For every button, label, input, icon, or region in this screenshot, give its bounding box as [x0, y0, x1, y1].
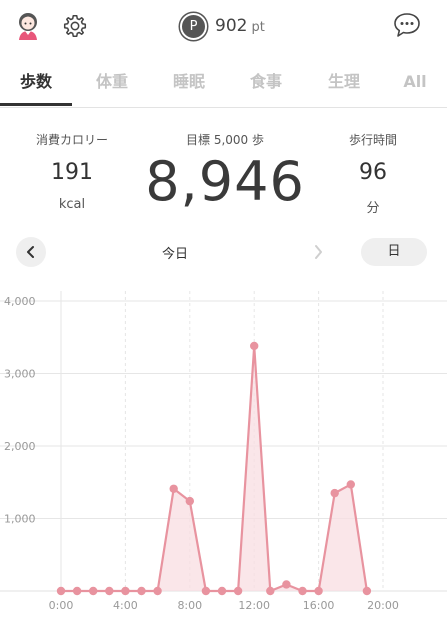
data-point — [185, 496, 194, 506]
calories-unit: kcal — [58, 197, 86, 212]
data-point — [266, 586, 275, 596]
x-tick-label: 4:00 — [113, 599, 138, 612]
tab-sleep[interactable]: 睡眠 — [153, 58, 225, 105]
top-bar: P 902 pt — [0, 0, 447, 52]
points-coin-icon: P — [180, 12, 207, 40]
y-tick-label: 4,000 — [4, 295, 36, 308]
data-point — [314, 586, 323, 596]
hourly-steps-chart: 0:00 4:00 8:00 12:00 16:00 20:00 4,000 3,000 2,… — [0, 291, 447, 612]
data-point — [72, 586, 82, 596]
data-point — [217, 586, 227, 596]
steps-count: 8,946 — [145, 150, 305, 213]
data-point — [56, 586, 66, 596]
data-point — [169, 484, 178, 493]
x-tick-label: 8:00 — [177, 599, 202, 612]
walk-time-label: 歩行時間 — [348, 133, 397, 147]
calories-value: 191 — [51, 160, 93, 185]
data-point — [137, 586, 146, 596]
y-tick-label: 2,000 — [4, 440, 36, 453]
period-select-button[interactable]: 日 — [361, 238, 427, 266]
tab-period[interactable]: 生理 — [308, 58, 380, 105]
data-point — [153, 586, 162, 596]
data-point — [201, 586, 211, 596]
user-avatar-icon[interactable] — [15, 10, 41, 40]
x-tick-label: 0:00 — [49, 599, 74, 612]
active-tab-indicator — [0, 103, 72, 106]
chevron-right-icon — [315, 245, 322, 259]
step-goal-label: 目標 5,000 歩 — [186, 133, 264, 147]
y-tick-label: 1,000 — [4, 513, 36, 526]
data-point — [282, 580, 291, 589]
data-point — [346, 480, 355, 489]
data-point — [330, 488, 339, 498]
data-point — [89, 586, 98, 596]
steps-line — [61, 344, 368, 593]
points-display[interactable]: P 902 pt — [180, 12, 265, 40]
date-label: 今日 — [161, 247, 188, 262]
tab-weight[interactable]: 体重 — [76, 58, 148, 105]
data-point — [298, 586, 307, 596]
chat-bubble-icon[interactable] — [393, 12, 421, 38]
data-point — [250, 341, 259, 351]
steps-area-fill — [61, 345, 367, 591]
tab-all[interactable]: All — [380, 58, 447, 105]
data-point — [362, 586, 372, 596]
x-tick-label: 20:00 — [367, 599, 399, 612]
points-unit: pt — [251, 19, 265, 35]
walk-time-unit: 分 — [366, 201, 380, 216]
gear-icon[interactable] — [62, 13, 88, 39]
tab-meal[interactable]: 食事 — [230, 58, 302, 105]
data-point — [105, 586, 114, 596]
x-tick-label: 16:00 — [303, 599, 335, 612]
chevron-left-icon — [27, 246, 34, 258]
walk-time-value: 96 — [359, 160, 387, 185]
calories-label: 消費カロリー — [35, 133, 108, 147]
x-tick-label: 12:00 — [238, 599, 270, 612]
data-point — [233, 586, 243, 596]
points-value: 902 — [215, 16, 248, 36]
tab-steps[interactable]: 歩数 — [0, 58, 72, 105]
data-point — [121, 586, 130, 596]
next-day-button[interactable] — [306, 237, 330, 267]
category-tabs: 歩数 体重 睡眠 食事 生理 All — [0, 58, 447, 108]
y-tick-label: 3,000 — [4, 368, 36, 381]
prev-day-button[interactable] — [16, 237, 46, 267]
